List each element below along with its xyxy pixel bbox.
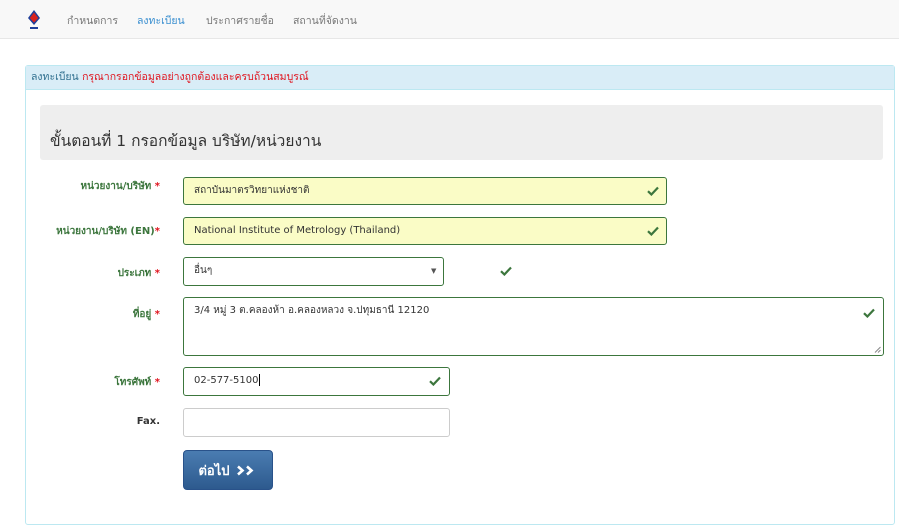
phone-input[interactable]: 02-577-5100	[183, 367, 450, 396]
type-label: ประเภท *	[117, 268, 160, 279]
company-label: หน่วยงาน/บริษัท *	[80, 181, 160, 192]
step-title: ขั้นตอนที่ 1 กรอกข้อมูล บริษัท/หน่วยงาน	[50, 132, 322, 150]
chevron-down-icon: ▼	[431, 267, 437, 275]
next-button-label: ต่อไป	[198, 463, 230, 479]
nav-participants[interactable]: ประกาศรายชื่อ	[206, 12, 274, 29]
double-chevron-right-icon	[236, 465, 253, 475]
check-icon	[429, 376, 441, 386]
company-en-label: หน่วยงาน/บริษัท (EN)*	[56, 226, 160, 237]
registration-panel: ลงทะเบียน กรุณากรอกข้อมูลอย่างถูกต้องและ…	[25, 65, 895, 525]
required-mark: *	[154, 377, 160, 388]
company-input[interactable]: สถาบันมาตรวิทยาแห่งชาติ	[183, 177, 667, 205]
fax-input[interactable]	[183, 408, 450, 437]
nav-schedule[interactable]: กำหนดการ	[67, 12, 118, 29]
nav-venue[interactable]: สถานที่จัดงาน	[293, 12, 357, 29]
panel-heading-title: ลงทะเบียน	[31, 71, 79, 83]
nav-register[interactable]: ลงทะเบียน	[137, 12, 185, 29]
top-navbar: กำหนดการ ลงทะเบียน ประกาศรายชื่อ สถานที่…	[0, 0, 899, 39]
check-icon	[863, 308, 875, 318]
required-mark: *	[154, 181, 160, 192]
required-mark: *	[154, 309, 160, 320]
required-mark: *	[154, 226, 160, 237]
check-icon	[647, 186, 659, 196]
next-button[interactable]: ต่อไป	[183, 450, 273, 490]
fax-label: Fax.	[136, 416, 160, 427]
step-header: ขั้นตอนที่ 1 กรอกข้อมูล บริษัท/หน่วยงาน	[40, 105, 883, 160]
panel-heading: ลงทะเบียน กรุณากรอกข้อมูลอย่างถูกต้องและ…	[26, 66, 894, 90]
resize-handle-icon[interactable]	[874, 346, 881, 353]
type-select[interactable]: อื่นๆ	[183, 257, 444, 286]
required-mark: *	[154, 268, 160, 279]
check-icon	[647, 226, 659, 236]
text-cursor	[259, 374, 261, 386]
address-label: ที่อยู่ *	[132, 309, 160, 320]
address-textarea[interactable]: 3/4 หมู่ 3 ต.คลองห้า อ.คลองหลวง จ.ปทุมธา…	[183, 297, 884, 356]
logo-icon[interactable]	[27, 10, 41, 30]
company-en-input[interactable]: National Institute of Metrology (Thailan…	[183, 217, 667, 245]
phone-label: โทรศัพท์ *	[114, 377, 160, 388]
panel-heading-warning: กรุณากรอกข้อมูลอย่างถูกต้องและครบถ้วนสมบ…	[82, 71, 309, 83]
check-icon	[500, 266, 512, 276]
